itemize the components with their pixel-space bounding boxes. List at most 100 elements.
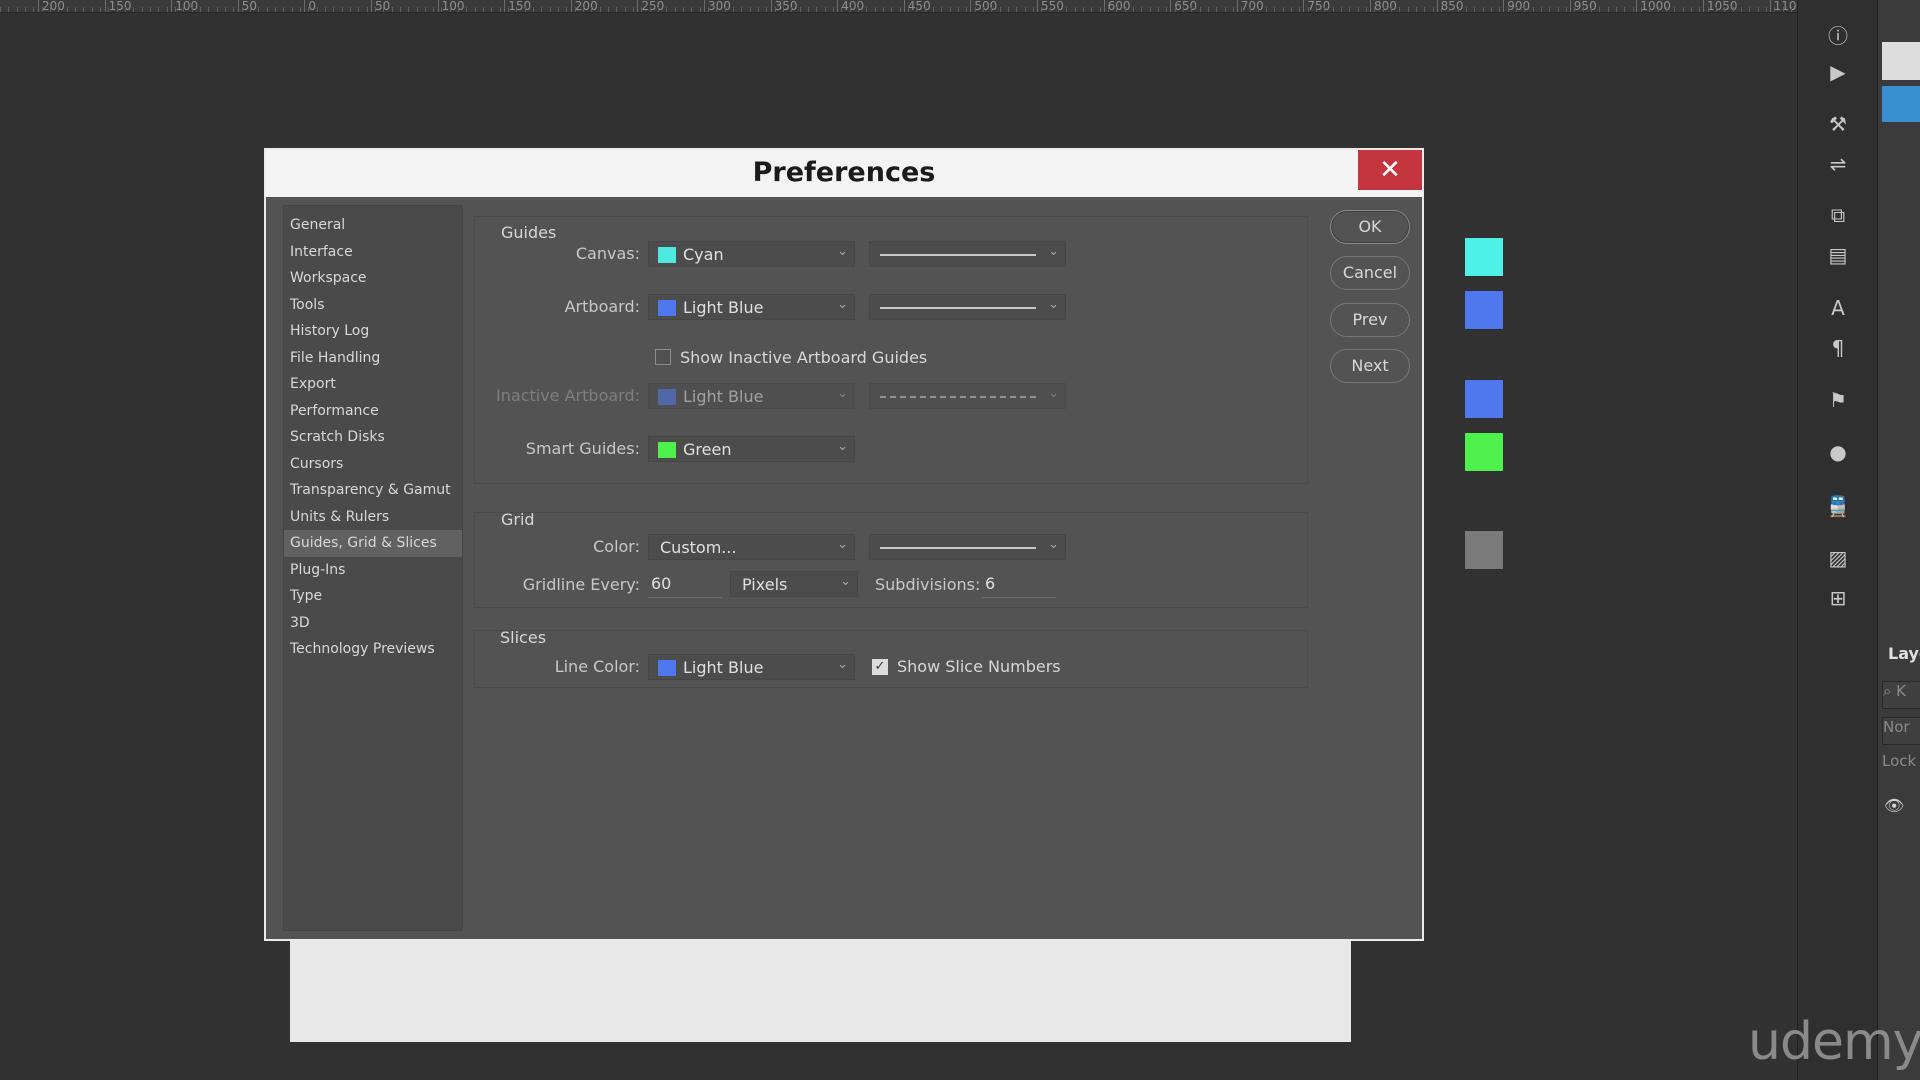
- cancel-button[interactable]: Cancel: [1330, 256, 1410, 290]
- ruler-minor-tick: [982, 7, 984, 12]
- artboard-color-select[interactable]: Light Blue ⌄: [648, 294, 855, 320]
- subdivisions-input[interactable]: 6: [982, 571, 1056, 598]
- ruler-minor-tick: [1757, 7, 1759, 12]
- adjust-icon[interactable]: ⇌: [1826, 152, 1850, 176]
- grid-line-style-select[interactable]: ⌄: [869, 534, 1066, 560]
- next-button[interactable]: Next: [1330, 349, 1410, 383]
- image-icon[interactable]: ▨: [1826, 546, 1850, 570]
- ruler-minor-tick: [1241, 7, 1243, 12]
- panel-swatch-light[interactable]: [1882, 42, 1920, 80]
- artboard-line-style-select[interactable]: ⌄: [869, 294, 1066, 320]
- sidebar-item-tools[interactable]: Tools: [284, 292, 462, 319]
- smart-guides-color-swatch[interactable]: [1464, 432, 1504, 472]
- sidebar-item-file-handling[interactable]: File Handling: [284, 345, 462, 372]
- slice-line-color-select[interactable]: Light Blue ⌄: [648, 654, 855, 680]
- ruler-tick-label: 200: [38, 0, 65, 13]
- sidebar-item-technology-previews[interactable]: Technology Previews: [284, 636, 462, 663]
- paragraph-icon[interactable]: ¶: [1826, 336, 1850, 360]
- chevron-down-icon: ⌄: [1048, 537, 1059, 552]
- sidebar-item-export[interactable]: Export: [284, 371, 462, 398]
- chevron-down-icon: ⌄: [837, 657, 848, 672]
- canvas-color-swatch[interactable]: [1464, 237, 1504, 277]
- sidebar-item-guides-grid-slices[interactable]: Guides, Grid & Slices: [284, 530, 462, 557]
- gridline-unit-select[interactable]: Pixels ⌄: [730, 571, 858, 597]
- artboard-color-swatch[interactable]: [1464, 290, 1504, 330]
- show-slice-numbers-label[interactable]: Show Slice Numbers: [897, 657, 1061, 676]
- ruler-minor-tick: [1499, 7, 1501, 12]
- layer-visibility-eye-icon[interactable]: 👁: [1884, 796, 1904, 815]
- sidebar-item-performance[interactable]: Performance: [284, 398, 462, 425]
- ruler-minor-tick: [1341, 7, 1343, 12]
- gridline-every-input[interactable]: 60: [648, 571, 722, 598]
- grid-color-swatch[interactable]: [1464, 530, 1504, 570]
- dialog-titlebar[interactable]: Preferences ✕: [266, 150, 1422, 197]
- flag-icon[interactable]: ⚑: [1826, 388, 1850, 412]
- sidebar-item-cursors[interactable]: Cursors: [284, 451, 462, 478]
- ruler-minor-tick: [366, 7, 368, 12]
- sidebar-item-history-log[interactable]: History Log: [284, 318, 462, 345]
- play-icon[interactable]: ▶: [1826, 60, 1850, 84]
- ruler-minor-tick: [1616, 7, 1618, 12]
- sidebar-item-3d[interactable]: 3D: [284, 610, 462, 637]
- properties-icon[interactable]: ▤: [1826, 243, 1850, 267]
- show-inactive-artboard-guides-checkbox[interactable]: [655, 349, 671, 365]
- ruler-minor-tick: [1732, 7, 1734, 12]
- ruler-minor-tick: [1216, 7, 1218, 12]
- ruler-minor-tick: [1349, 7, 1351, 12]
- ruler-minor-tick: [1199, 7, 1201, 12]
- show-inactive-artboard-guides-label[interactable]: Show Inactive Artboard Guides: [680, 348, 927, 367]
- character-icon[interactable]: A: [1826, 296, 1850, 320]
- ruler-tick-label: 300: [704, 0, 731, 13]
- panel-swatch-blue[interactable]: [1882, 86, 1920, 122]
- dialog-title: Preferences: [752, 157, 936, 188]
- sidebar-item-scratch-disks[interactable]: Scratch Disks: [284, 424, 462, 451]
- sidebar-item-general[interactable]: General: [284, 212, 462, 239]
- ruler-minor-tick: [558, 7, 560, 12]
- inactive-artboard-color-swatch[interactable]: [1464, 379, 1504, 419]
- layers-search-field[interactable]: ⌕ K: [1882, 681, 1920, 709]
- grid-group: Grid Color: Custom... ⌄ ⌄ Gridline Every…: [474, 510, 1504, 608]
- sidebar-item-interface[interactable]: Interface: [284, 239, 462, 266]
- info-icon[interactable]: ⓘ: [1826, 22, 1850, 48]
- artboard-color-value: Light Blue: [683, 298, 764, 317]
- ruler-minor-tick: [1541, 7, 1543, 12]
- ok-button[interactable]: OK: [1330, 210, 1410, 244]
- close-button[interactable]: ✕: [1358, 150, 1422, 190]
- ruler-minor-tick: [1382, 7, 1384, 12]
- train-icon[interactable]: 🚆: [1826, 494, 1851, 518]
- sidebar-item-type[interactable]: Type: [284, 583, 462, 610]
- ruler-minor-tick: [549, 7, 551, 12]
- grid-icon[interactable]: ⊞: [1826, 586, 1850, 610]
- inactive-artboard-color-select[interactable]: Light Blue ⌄: [648, 383, 855, 409]
- ruler-minor-tick: [333, 7, 335, 12]
- sidebar-item-workspace[interactable]: Workspace: [284, 265, 462, 292]
- ruler-minor-tick: [1057, 7, 1059, 12]
- ruler-minor-tick: [524, 7, 526, 12]
- ruler-minor-tick: [1449, 7, 1451, 12]
- sidebar-item-plug-ins[interactable]: Plug-Ins: [284, 557, 462, 584]
- ruler-minor-tick: [1482, 7, 1484, 12]
- preferences-dialog: Preferences ✕ General Interface Workspace T…: [264, 148, 1504, 941]
- inactive-artboard-line-style-select[interactable]: ⌄: [869, 383, 1066, 409]
- layers-blend-mode[interactable]: Nor: [1882, 717, 1920, 745]
- prev-button[interactable]: Prev: [1330, 303, 1410, 337]
- ruler-minor-tick: [1774, 7, 1776, 12]
- document-canvas[interactable]: [290, 930, 1351, 1042]
- ruler-minor-tick: [1699, 7, 1701, 12]
- show-slice-numbers-checkbox[interactable]: ✓: [872, 659, 888, 675]
- clone-source-icon[interactable]: ⧉: [1826, 203, 1850, 227]
- ruler-minor-tick: [1674, 7, 1676, 12]
- grid-color-select[interactable]: Custom... ⌄: [648, 534, 855, 560]
- sidebar-item-units-rulers[interactable]: Units & Rulers: [284, 504, 462, 531]
- ruler-minor-tick: [816, 7, 818, 12]
- sidebar-item-transparency-gamut[interactable]: Transparency & Gamut: [284, 477, 462, 504]
- drop-icon[interactable]: ●: [1826, 440, 1850, 464]
- grid-title: Grid: [501, 510, 535, 529]
- brush-settings-icon[interactable]: ⚒: [1826, 112, 1850, 136]
- smart-guides-color-select[interactable]: Green ⌄: [648, 436, 855, 462]
- layers-panel-title[interactable]: Laye: [1888, 644, 1920, 663]
- ruler-minor-tick: [991, 7, 993, 12]
- ruler-minor-tick: [208, 7, 210, 12]
- canvas-color-select[interactable]: Cyan ⌄: [648, 241, 855, 267]
- canvas-line-style-select[interactable]: ⌄: [869, 241, 1066, 267]
